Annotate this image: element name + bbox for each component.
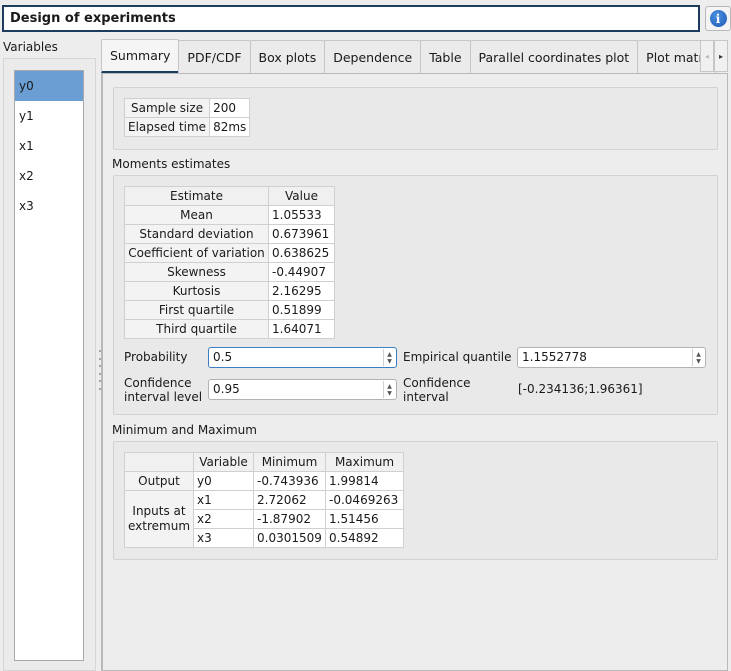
- estimate-label: First quartile: [124, 300, 269, 320]
- tab-dependence[interactable]: Dependence: [324, 40, 422, 73]
- empirical-quantile-spinbox[interactable]: 1.1552778 ▲ ▼: [517, 347, 706, 368]
- estimate-value: 2.16295: [268, 281, 335, 301]
- tab-pdf-cdf[interactable]: PDF/CDF: [178, 40, 251, 73]
- moments-title: Moments estimates: [112, 157, 231, 171]
- variables-label: Variables: [3, 40, 58, 54]
- ci-level-label-line2: interval level: [124, 390, 203, 404]
- estimate-label: Skewness: [124, 262, 269, 282]
- minimum-cell: -0.743936: [253, 471, 327, 491]
- tab-bar: Summary PDF/CDF Box plots Dependence Tab…: [101, 39, 717, 73]
- estimate-value: -0.44907: [268, 262, 335, 282]
- ci-label-line1: Confidence: [403, 376, 471, 390]
- minmax-table: Variable Minimum Maximum Output y0 -0.74…: [123, 452, 405, 548]
- table-row: Skewness -0.44907: [124, 262, 335, 282]
- variable-cell: y0: [193, 471, 255, 491]
- variable-cell: x1: [193, 490, 255, 510]
- variable-item-y1[interactable]: y1: [15, 101, 83, 131]
- table-header-row: Estimate Value: [124, 186, 335, 206]
- maximum-cell: 0.54892: [325, 528, 405, 548]
- spin-arrows-icon[interactable]: ▲ ▼: [692, 349, 704, 366]
- ci-label-line2: interval: [403, 390, 449, 404]
- maximum-cell: 1.99814: [325, 471, 405, 491]
- table-row: Output y0 -0.743936 1.99814: [123, 471, 405, 491]
- variable-cell: x3: [193, 528, 255, 548]
- table-row: Elapsed time 82ms: [123, 117, 251, 137]
- info-icon: i: [709, 10, 727, 27]
- probability-label: Probability: [124, 350, 188, 364]
- estimate-label: Mean: [124, 205, 269, 225]
- table-row: Coefficient of variation 0.638625: [124, 243, 335, 263]
- table-row: Inputs at extremum x1 2.72062 -0.0469263: [123, 490, 405, 548]
- moments-table: Estimate Value Mean 1.05533 Standard devi…: [124, 186, 335, 339]
- minimum-cell: 0.0301509: [253, 528, 327, 548]
- estimate-value: 1.64071: [268, 319, 335, 339]
- minmax-title: Minimum and Maximum: [112, 423, 257, 437]
- variable-item-x1[interactable]: x1: [15, 131, 83, 161]
- variables-list[interactable]: y0 y1 x1 x2 x3: [14, 70, 84, 661]
- tab-summary[interactable]: Summary: [101, 39, 180, 73]
- column-header-value: Value: [268, 186, 335, 206]
- elapsed-time-label: Elapsed time: [123, 117, 211, 137]
- inputs-label-line1: Inputs at: [132, 504, 186, 518]
- column-header-maximum: Maximum: [325, 452, 405, 472]
- estimate-label: Standard deviation: [124, 224, 269, 244]
- estimate-value: 0.638625: [268, 243, 335, 263]
- info-button[interactable]: i: [705, 6, 731, 31]
- column-header-variable: Variable: [193, 452, 255, 472]
- inputs-at-extremum-label: Inputs at extremum: [123, 490, 195, 548]
- inputs-label-line2: extremum: [128, 519, 191, 533]
- probability-value: 0.5: [213, 350, 233, 364]
- ci-value: [-0.234136;1.96361]: [518, 382, 643, 396]
- minimum-cell: -1.87902: [253, 509, 327, 529]
- elapsed-time-value: 82ms: [209, 117, 251, 137]
- tab-scroll-left-button[interactable]: ◂: [700, 40, 714, 72]
- sample-size-value: 200: [209, 98, 251, 118]
- column-header-minimum: Minimum: [253, 452, 327, 472]
- table-row: Sample size 200: [123, 98, 251, 118]
- estimate-label: Third quartile: [124, 319, 269, 339]
- empirical-quantile-value: 1.1552778: [522, 350, 587, 364]
- table-row: Kurtosis 2.16295: [124, 281, 335, 301]
- table-row: Mean 1.05533: [124, 205, 335, 225]
- probability-spinbox[interactable]: 0.5 ▲ ▼: [208, 347, 397, 368]
- variable-item-x3[interactable]: x3: [15, 191, 83, 221]
- chevron-left-icon: ◂: [704, 51, 709, 61]
- ci-level-label-line1: Confidence: [124, 376, 192, 390]
- column-header-estimate: Estimate: [124, 186, 269, 206]
- output-label: Output: [123, 471, 195, 491]
- estimate-value: 0.673961: [268, 224, 335, 244]
- empirical-quantile-label: Empirical quantile: [403, 350, 512, 364]
- spin-arrows-icon[interactable]: ▲ ▼: [383, 349, 395, 366]
- table-row: First quartile 0.51899: [124, 300, 335, 320]
- tab-parallel-coordinates-plot[interactable]: Parallel coordinates plot: [469, 40, 639, 73]
- ci-label: Confidence interval: [403, 376, 470, 404]
- column-header-blank: [123, 452, 195, 472]
- tab-table[interactable]: Table: [420, 40, 471, 73]
- table-row: Third quartile 1.64071: [124, 319, 335, 339]
- tab-box-plots[interactable]: Box plots: [249, 40, 326, 73]
- estimate-value: 1.05533: [268, 205, 335, 225]
- ci-level-value: 0.95: [213, 382, 240, 396]
- estimate-label: Kurtosis: [124, 281, 269, 301]
- minimum-cell: 2.72062: [253, 490, 327, 510]
- chevron-right-icon: ▸: [718, 51, 723, 61]
- window-title: Design of experiments: [2, 5, 700, 32]
- sample-size-label: Sample size: [123, 98, 211, 118]
- ci-level-label: Confidence interval level: [124, 376, 202, 404]
- estimate-value: 0.51899: [268, 300, 335, 320]
- spin-arrows-icon[interactable]: ▲ ▼: [383, 381, 395, 398]
- variable-item-y0[interactable]: y0: [15, 71, 83, 101]
- sample-info-table: Sample size 200 Elapsed time 82ms: [123, 98, 251, 137]
- maximum-cell: 1.51456: [325, 509, 405, 529]
- estimate-label: Coefficient of variation: [124, 243, 269, 263]
- maximum-cell: -0.0469263: [325, 490, 405, 510]
- table-row: Standard deviation 0.673961: [124, 224, 335, 244]
- tab-scroll-right-button[interactable]: ▸: [714, 40, 728, 72]
- table-header-row: Variable Minimum Maximum: [123, 452, 405, 472]
- variable-cell: x2: [193, 509, 255, 529]
- ci-level-spinbox[interactable]: 0.95 ▲ ▼: [208, 379, 397, 400]
- variable-item-x2[interactable]: x2: [15, 161, 83, 191]
